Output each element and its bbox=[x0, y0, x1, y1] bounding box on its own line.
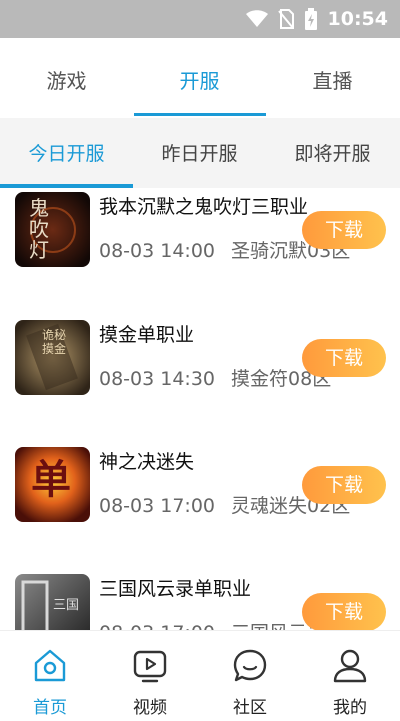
thumbnail-title: 单 bbox=[31, 457, 71, 503]
battery-charging-icon bbox=[304, 8, 317, 30]
game-name: 摸金单职业 bbox=[99, 324, 195, 346]
game-name: 神之决迷失 bbox=[99, 451, 195, 473]
list-item[interactable]: 单 神之决迷失 08-03 17:00 灵魂迷失02区 下载 bbox=[0, 435, 400, 563]
video-icon bbox=[133, 650, 167, 683]
nav-label: 视频 bbox=[133, 698, 167, 718]
subtab-today[interactable]: 今日开服 bbox=[0, 118, 133, 188]
nav-label: 首页 bbox=[33, 698, 67, 718]
nav-video[interactable]: 视频 bbox=[100, 631, 200, 721]
subtab-yesterday[interactable]: 昨日开服 bbox=[133, 118, 266, 188]
open-time: 08-03 14:00 bbox=[99, 240, 216, 262]
home-icon bbox=[34, 649, 66, 682]
top-tab-indicator bbox=[134, 113, 266, 116]
open-time: 08-03 17:00 bbox=[99, 622, 215, 630]
download-button[interactable]: 下载 bbox=[302, 593, 386, 630]
status-bar: 10:54 bbox=[0, 0, 400, 38]
game-thumbnail: 三国 bbox=[15, 574, 90, 630]
no-sim-icon bbox=[277, 9, 294, 29]
status-icons: 10:54 bbox=[245, 0, 388, 38]
nav-label: 我的 bbox=[333, 698, 367, 718]
game-thumbnail: 诡秘摸金 bbox=[15, 320, 90, 395]
profile-icon bbox=[333, 649, 367, 683]
open-time: 08-03 14:30 bbox=[99, 368, 216, 390]
thumbnail-title: 鬼吹灯 bbox=[29, 196, 49, 262]
nav-community[interactable]: 社区 bbox=[200, 631, 300, 721]
nav-profile[interactable]: 我的 bbox=[300, 631, 400, 721]
game-thumbnail: 鬼吹灯 bbox=[15, 192, 90, 267]
game-name: 我本沉默之鬼吹灯三职业 bbox=[99, 196, 309, 218]
server-list: 鬼吹灯 我本沉默之鬼吹灯三职业 08-03 14:00 圣骑沉默03区 下载 诡秘… bbox=[0, 188, 400, 630]
tab-server-open[interactable]: 开服 bbox=[133, 38, 266, 118]
thumbnail-title: 三国 bbox=[53, 598, 80, 613]
tab-live[interactable]: 直播 bbox=[266, 38, 399, 118]
subtab-upcoming[interactable]: 即将开服 bbox=[266, 118, 399, 188]
game-thumbnail: 单 bbox=[15, 447, 90, 522]
tab-games[interactable]: 游戏 bbox=[0, 38, 133, 118]
download-button[interactable]: 下载 bbox=[302, 339, 386, 377]
list-item[interactable]: 鬼吹灯 我本沉默之鬼吹灯三职业 08-03 14:00 圣骑沉默03区 下载 bbox=[0, 188, 400, 308]
list-item[interactable]: 诡秘摸金 摸金单职业 08-03 14:30 摸金符08区 下载 bbox=[0, 308, 400, 436]
top-tabs: 游戏 开服 直播 bbox=[0, 38, 400, 118]
sub-tabs: 今日开服 昨日开服 即将开服 bbox=[0, 118, 400, 188]
game-name: 三国风云录单职业 bbox=[99, 578, 252, 600]
game-info: 08-03 17:00三国风云录 bbox=[99, 618, 326, 630]
game-info: 08-03 14:30 摸金符08区 bbox=[99, 364, 331, 391]
chat-icon bbox=[233, 649, 267, 682]
wifi-icon bbox=[245, 10, 268, 27]
download-button[interactable]: 下载 bbox=[302, 211, 386, 249]
status-time: 10:54 bbox=[327, 8, 388, 30]
download-button[interactable]: 下载 bbox=[302, 466, 386, 504]
bottom-nav: 首页 视频 社区 我的 bbox=[0, 630, 400, 721]
nav-label: 社区 bbox=[233, 698, 267, 718]
open-time: 08-03 17:00 bbox=[99, 495, 216, 517]
list-item[interactable]: 三国 三国风云录单职业 08-03 17:00三国风云录 下载 bbox=[0, 562, 400, 630]
nav-home[interactable]: 首页 bbox=[0, 631, 100, 721]
thumbnail-title: 诡秘摸金 bbox=[41, 328, 66, 356]
